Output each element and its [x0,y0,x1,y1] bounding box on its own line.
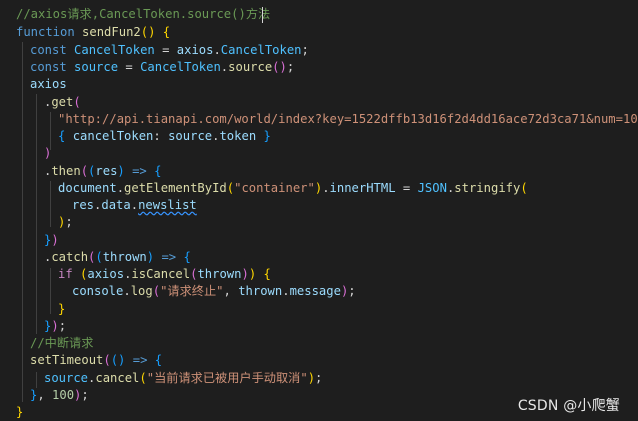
fn-settimeout: setTimeout [30,353,104,367]
container-string: "container" [234,181,315,195]
code-line-16: if (axios.isCancel(thrown)) { [58,267,271,281]
function-name: sendFun2 [82,25,141,39]
ident-thrown: thrown [197,267,242,281]
ident-console: console [72,284,124,298]
code-line-12: res.data.newslist [72,198,197,212]
ident-thrown: thrown [238,284,283,298]
code-line-20: //中断请求 [30,335,93,352]
code-line-9: ) [44,146,52,160]
ident-canceltoken: CancelToken [140,60,221,74]
cancel-string: "当前请求已被用户手动取消" [146,371,308,385]
method-cancel: cancel [95,371,140,385]
param-thrown: thrown [102,250,147,264]
code-line-4: const source = CancelToken.source(); [30,60,295,74]
indent-guide [50,268,51,314]
code-line-18: } [58,302,66,316]
indent-guide [36,372,37,388]
method-then: then [51,164,81,178]
ident-source: source [44,371,89,385]
ident-document: document [58,181,117,195]
indent-guide [50,181,51,227]
code-line-23: }, 100); [30,388,89,402]
code-line-7: "http://api.tianapi.com/world/index?key=… [58,111,638,128]
code-line-6: .get( [44,95,81,109]
keyword-const: const [30,43,67,57]
keyword-const: const [30,60,67,74]
ident-axios: axios [30,77,67,91]
url-string: "http://api.tianapi.com/world/index?key=… [58,112,638,126]
ident-source: source [168,129,213,143]
prop-message: message [289,284,341,298]
keyword-function: function [16,25,75,39]
prop-newslist: newslist [138,198,197,212]
watermark: CSDN @小爬蟹 [517,398,620,414]
code-line-15: .catch((thrown) => { [44,250,191,264]
ident-axios: axios [176,43,214,57]
keyword-if: if [58,267,73,281]
var-canceltoken: CancelToken [74,43,155,57]
code-editor[interactable]: //axios请求,CancelToken.source()方法 functio… [0,0,638,419]
prop-innerhtml: innerHTML [329,181,396,195]
var-source: source [74,60,119,74]
code-line-17: console.log("请求终止", thrown.message); [72,284,356,298]
code-line-1: //axios请求,CancelToken.source()方法 [16,6,270,23]
comment-title: //axios请求,CancelToken.source()方法 [16,7,271,21]
comment-interrupt: //中断请求 [30,336,94,350]
method-catch: catch [51,250,89,264]
code-line-10: .then((res) => { [44,164,162,178]
code-line-8: { cancelToken: source.token } [58,129,271,143]
log-string: "请求终止" [160,284,224,298]
method-log: log [130,284,153,298]
code-line-24: } [16,405,24,419]
key-canceltoken: cancelToken [72,129,154,143]
timeout-number: 100 [52,388,75,402]
method-source: source [228,60,273,74]
prop-data: data [101,198,131,212]
code-line-5: axios [30,76,67,93]
indent-guide [22,42,23,402]
prop-token: token [219,129,257,143]
indent-guide [36,94,37,334]
method-stringify: stringify [454,181,521,195]
method-get: get [51,95,74,109]
code-line-19: }); [44,319,67,333]
code-line-14: }) [44,233,59,247]
ident-json: JSON [417,181,447,195]
method-getelementbyid: getElementById [124,181,227,195]
code-line-21: setTimeout(() => { [30,353,163,367]
code-line-3: const CancelToken = axios.CancelToken; [30,43,309,57]
code-line-13: ); [58,215,73,229]
text-cursor [262,7,263,23]
prop-canceltoken: CancelToken [220,43,302,57]
method-iscancel: isCancel [131,267,191,281]
ident-res: res [72,198,95,212]
code-line-2: function sendFun2() { [16,25,171,39]
ident-axios: axios [87,267,125,281]
param-res: res [95,164,118,178]
code-line-22: source.cancel("当前请求已被用户手动取消"); [44,371,323,385]
code-line-11: document.getElementById("container").inn… [58,181,528,195]
